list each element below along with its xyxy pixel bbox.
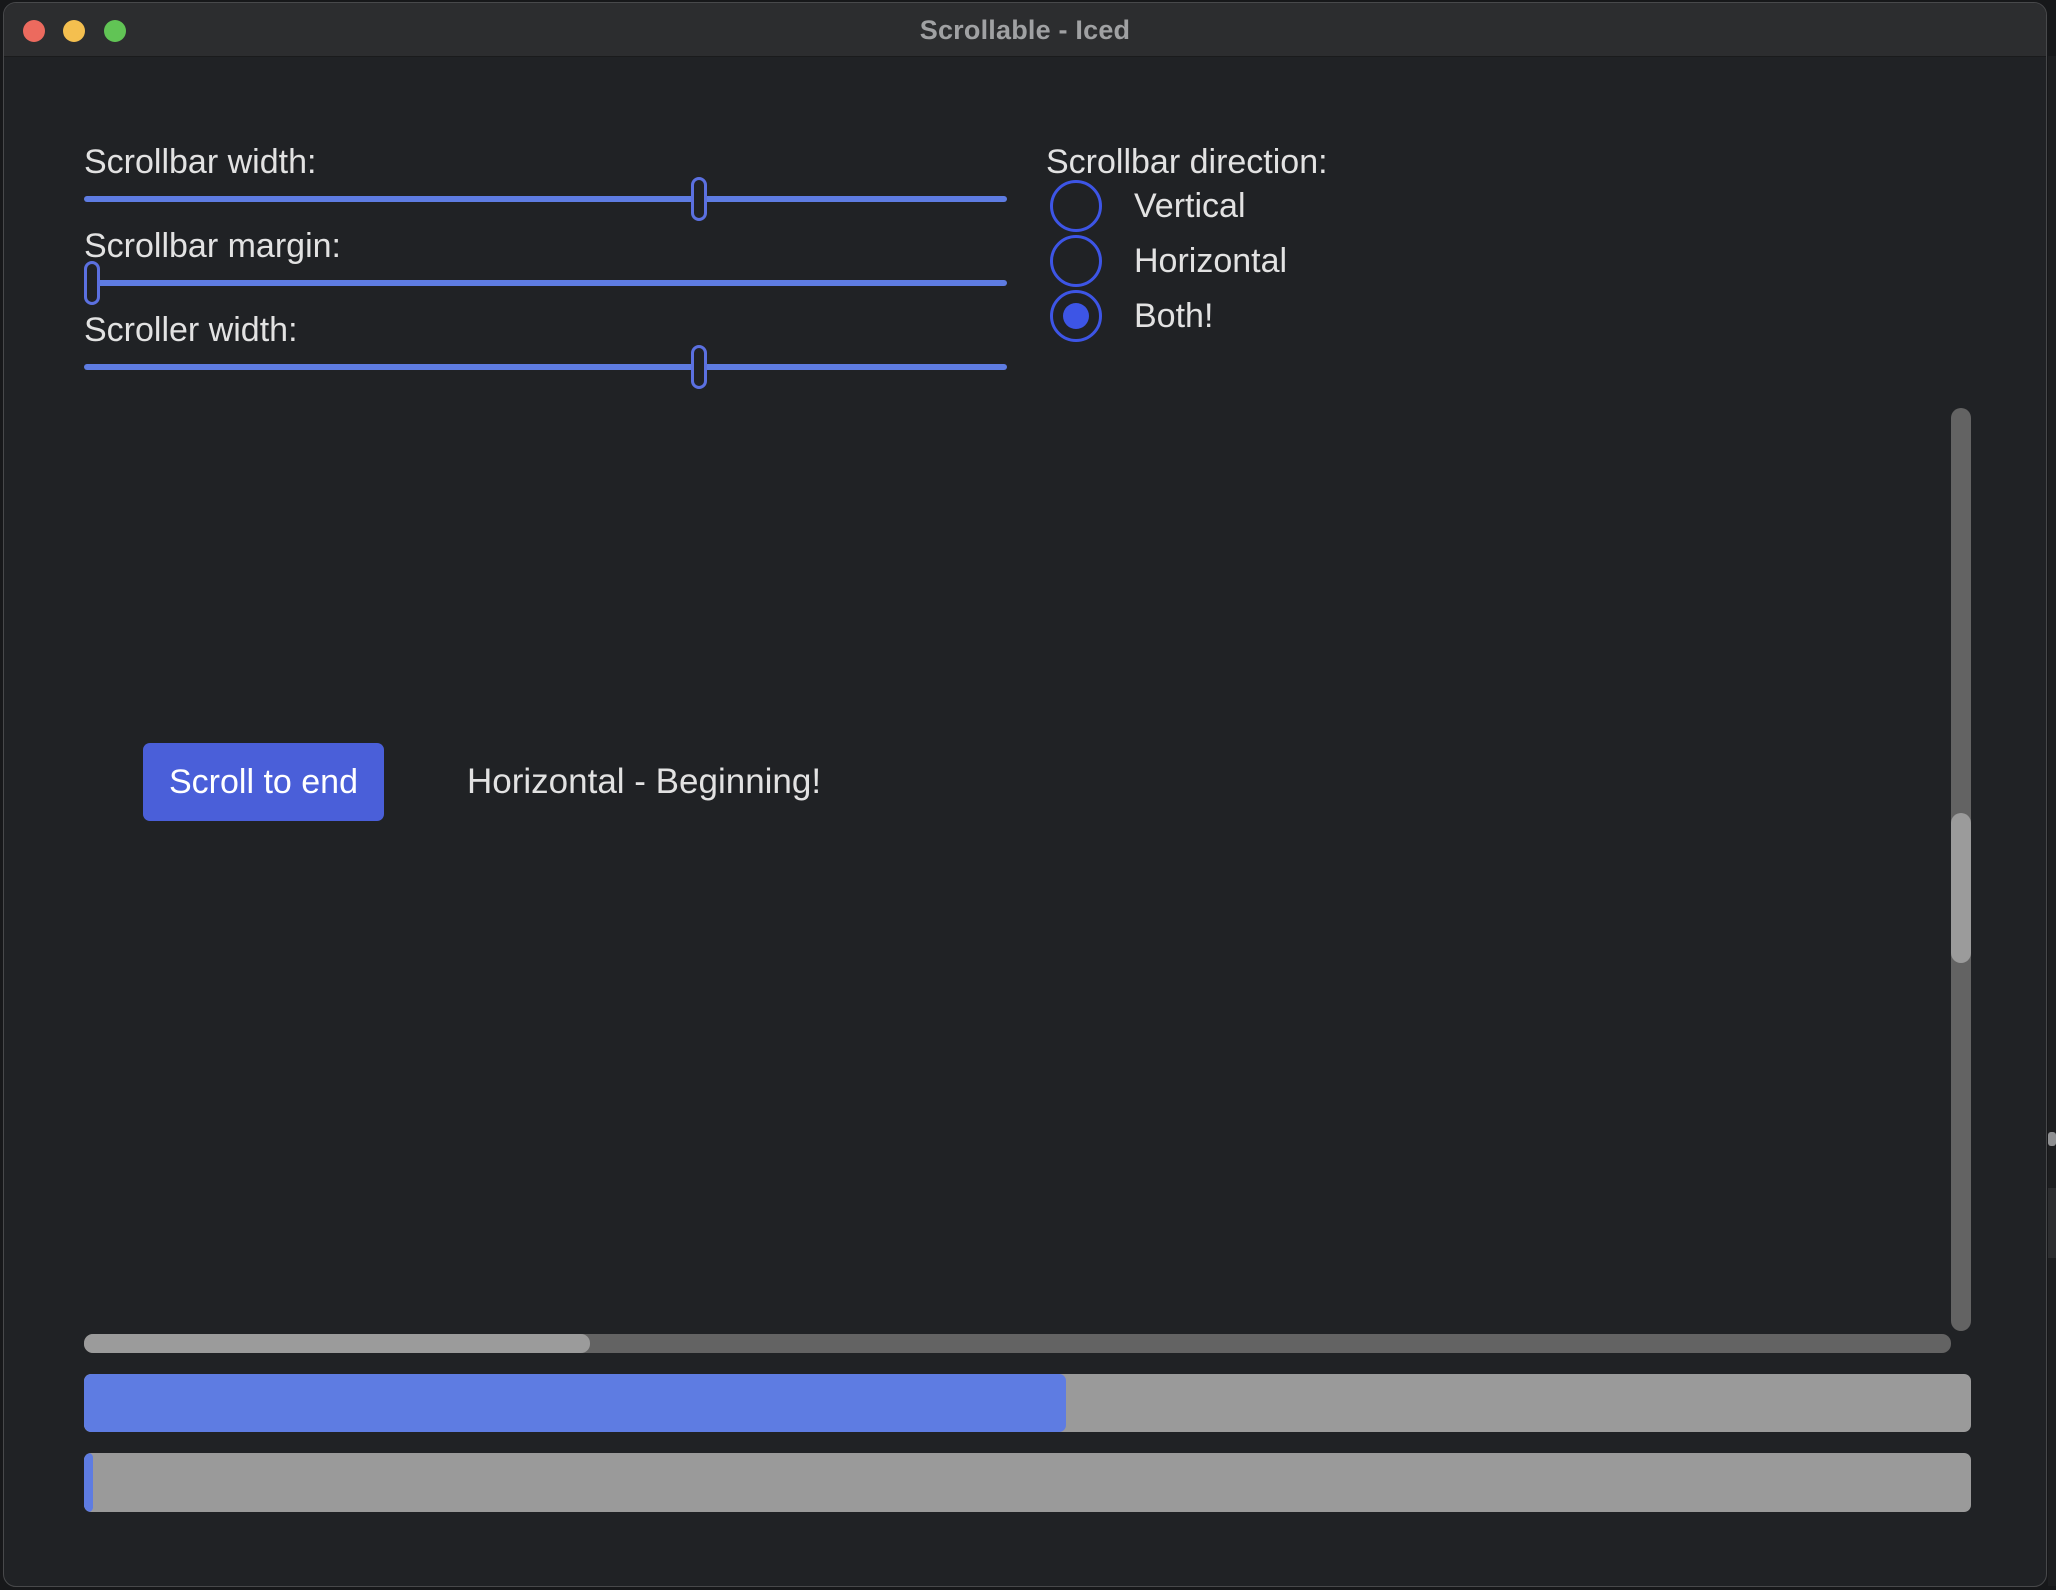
vertical-scrollbar[interactable]	[1951, 408, 1971, 1331]
scroll-to-end-button[interactable]: Scroll to end	[143, 743, 384, 821]
radio-both-label[interactable]: Both!	[1134, 295, 1213, 337]
scrollbar-margin-slider[interactable]	[84, 280, 1007, 286]
vertical-progress-bar	[84, 1453, 1971, 1512]
scrollbar-margin-slider-handle[interactable]	[84, 261, 100, 305]
content-area: Scrollbar width: Scrollbar margin: Scrol…	[4, 58, 2046, 1586]
scrollbar-width-label: Scrollbar width:	[84, 141, 316, 183]
scroller-width-slider[interactable]	[84, 364, 1007, 370]
radio-both[interactable]	[1050, 290, 1102, 342]
radio-vertical-label[interactable]: Vertical	[1134, 185, 1246, 227]
close-window-button[interactable]	[23, 20, 45, 42]
horizontal-progress-fill	[84, 1374, 1066, 1432]
scroller-width-label: Scroller width:	[84, 309, 298, 351]
desktop-edge-strip	[2048, 56, 2056, 1586]
radio-selected-dot	[1063, 303, 1089, 329]
horizontal-progress-bar	[84, 1374, 1971, 1432]
desktop-scrollbar-track-fragment	[2048, 1188, 2056, 1258]
scroller-width-slider-handle[interactable]	[691, 345, 707, 389]
horizontal-scrollbar-thumb[interactable]	[84, 1334, 590, 1353]
scrollbar-margin-label: Scrollbar margin:	[84, 225, 341, 267]
scrollbar-width-slider-handle[interactable]	[691, 177, 707, 221]
zoom-window-button[interactable]	[104, 20, 126, 42]
scrollbar-direction-label: Scrollbar direction:	[1046, 141, 1328, 183]
radio-vertical[interactable]	[1050, 180, 1102, 232]
titlebar: Scrollable - Iced	[4, 3, 2046, 57]
scroll-status-text: Horizontal - Beginning!	[467, 761, 821, 803]
radio-horizontal-label[interactable]: Horizontal	[1134, 240, 1287, 282]
radio-horizontal[interactable]	[1050, 235, 1102, 287]
scrollbar-width-slider[interactable]	[84, 196, 1007, 202]
app-window: Scrollable - Iced Scrollbar width: Scrol…	[3, 2, 2047, 1587]
vertical-progress-fill	[84, 1453, 93, 1512]
window-title: Scrollable - Iced	[4, 3, 2046, 57]
minimize-window-button[interactable]	[63, 20, 85, 42]
desktop-scrollbar-fragment	[2048, 1132, 2056, 1146]
horizontal-scrollbar[interactable]	[84, 1334, 1951, 1353]
vertical-scrollbar-thumb[interactable]	[1951, 813, 1971, 963]
